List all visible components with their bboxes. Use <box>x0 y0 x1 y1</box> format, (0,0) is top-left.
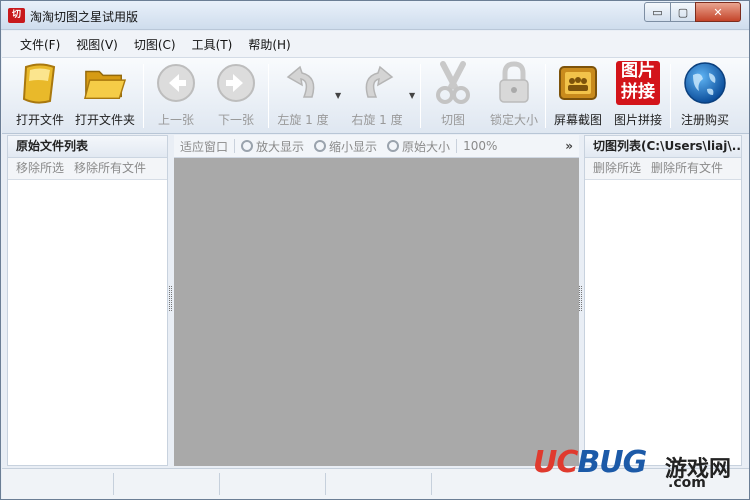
zoom-in-icon <box>241 140 254 152</box>
watermark-latin: UCBUG <box>533 445 647 480</box>
arrow-left-icon <box>154 61 198 105</box>
next-button[interactable]: 下一张 <box>208 61 264 131</box>
arrow-right-icon <box>214 61 258 105</box>
original-size-icon <box>387 140 400 152</box>
rotate-right-label: 右旋 1 度 <box>351 113 403 127</box>
fit-window-button[interactable]: 适应窗口 <box>180 138 228 155</box>
minimize-icon: ▭ <box>652 5 663 19</box>
main-toolbar: 打开文件 打开文件夹 上一张 下一张 左旋 1 度 ▼ 右旋 1 度 ▼ 切图 … <box>2 58 749 134</box>
scissors-icon <box>431 61 475 105</box>
original-size-button[interactable]: 原始大小 <box>402 138 450 155</box>
status-cell <box>220 473 326 495</box>
rotate-left-label: 左旋 1 度 <box>277 113 329 127</box>
folder-icon <box>83 61 127 105</box>
view-toolbar-separator <box>456 139 458 153</box>
open-file-label: 打开文件 <box>15 113 64 127</box>
rotate-left-icon <box>281 61 325 105</box>
lock-size-label: 锁定大小 <box>489 113 538 127</box>
window-title: 淘淘切图之星试用版 <box>30 10 139 24</box>
source-file-list[interactable] <box>8 180 167 465</box>
remove-all-button[interactable]: 移除所有文件 <box>74 161 146 175</box>
toolbar-separator <box>545 64 546 128</box>
maximize-button[interactable]: ▢ <box>670 2 696 22</box>
file-icon <box>18 61 62 105</box>
zoom-in-button[interactable]: 放大显示 <box>256 138 304 155</box>
toolbar-separator <box>268 64 269 128</box>
watermark-com: .com <box>668 475 706 491</box>
menu-tools[interactable]: 工具(T) <box>184 36 241 53</box>
delete-all-button[interactable]: 删除所有文件 <box>651 161 723 175</box>
rotate-right-button[interactable]: 右旋 1 度 <box>345 61 409 131</box>
globe-icon <box>683 61 727 105</box>
menu-view[interactable]: 视图(V) <box>68 36 126 53</box>
next-label: 下一张 <box>217 113 254 127</box>
delete-selected-button[interactable]: 删除所选 <box>593 161 641 175</box>
minimize-button[interactable]: ▭ <box>644 2 671 22</box>
view-toolbar-separator <box>234 139 236 153</box>
toolbar-separator <box>670 64 671 128</box>
source-file-panel-title: 原始文件列表 <box>8 136 167 158</box>
maximize-icon: ▢ <box>677 5 689 19</box>
rotate-right-dropdown-icon[interactable]: ▼ <box>409 91 415 100</box>
watermark-logo: UCBUG 游戏网 .com <box>533 445 743 495</box>
remove-selected-button[interactable]: 移除所选 <box>16 161 64 175</box>
rotate-left-button[interactable]: 左旋 1 度 <box>272 61 334 131</box>
cut-list-panel-title: 切图列表(C:\Users\liaj\... <box>585 136 741 158</box>
prev-label: 上一张 <box>157 113 194 127</box>
toolbar-separator <box>420 64 421 128</box>
register-label: 注册购买 <box>680 113 729 127</box>
open-file-button[interactable]: 打开文件 <box>8 61 72 131</box>
close-button[interactable]: ✕ <box>695 2 741 22</box>
left-splitter-handle[interactable] <box>169 286 172 311</box>
source-file-panel: 原始文件列表 移除所选 移除所有文件 <box>7 135 168 466</box>
cut-list-panel: 切图列表(C:\Users\liaj\... 删除所选 删除所有文件 <box>584 135 742 466</box>
menu-file[interactable]: 文件(F) <box>12 36 68 53</box>
source-file-panel-actions: 移除所选 移除所有文件 <box>8 158 167 180</box>
stitch-icon-line2: 拼接 <box>621 82 655 102</box>
zoom-out-button[interactable]: 缩小显示 <box>329 138 377 155</box>
cut-label: 切图 <box>440 113 465 127</box>
open-folder-button[interactable]: 打开文件夹 <box>72 61 138 131</box>
screenshot-icon <box>556 61 600 105</box>
close-icon: ✕ <box>713 5 723 19</box>
app-window: 切 淘淘切图之星试用版 ▭ ▢ ✕ 文件(F) 视图(V) 切图(C) 工具(T… <box>0 0 750 500</box>
app-icon: 切 <box>8 8 25 23</box>
rotate-left-dropdown-icon[interactable]: ▼ <box>335 91 341 100</box>
toolbar-separator <box>143 64 144 128</box>
title-bar: 切 淘淘切图之星试用版 ▭ ▢ ✕ <box>1 1 749 30</box>
cut-list-panel-actions: 删除所选 删除所有文件 <box>585 158 741 180</box>
view-toolbar: 适应窗口 放大显示 缩小显示 原始大小 100% » <box>174 135 579 158</box>
lock-size-button[interactable]: 锁定大小 <box>484 61 544 131</box>
status-cell <box>326 473 432 495</box>
prev-button[interactable]: 上一张 <box>148 61 204 131</box>
stitch-button[interactable]: 图片 拼接 图片拼接 <box>608 61 668 131</box>
stitch-icon-line1: 图片 <box>621 61 655 81</box>
stitch-label: 图片拼接 <box>613 113 662 127</box>
zoom-level: 100% <box>463 139 498 153</box>
right-splitter-handle[interactable] <box>579 286 582 311</box>
stitch-icon: 图片 拼接 <box>616 61 660 105</box>
open-folder-label: 打开文件夹 <box>74 113 135 127</box>
lock-icon <box>492 61 536 105</box>
cut-button[interactable]: 切图 <box>425 61 481 131</box>
menu-help[interactable]: 帮助(H) <box>240 36 298 53</box>
rotate-right-icon <box>355 61 399 105</box>
image-canvas[interactable] <box>174 158 579 466</box>
image-view-panel: 适应窗口 放大显示 缩小显示 原始大小 100% » <box>174 135 579 466</box>
status-cell <box>114 473 220 495</box>
cut-file-list[interactable] <box>585 180 741 465</box>
register-button[interactable]: 注册购买 <box>675 61 735 131</box>
menu-cut[interactable]: 切图(C) <box>126 36 184 53</box>
screenshot-label: 屏幕截图 <box>553 113 602 127</box>
toolbar-overflow-button[interactable]: » <box>565 139 573 153</box>
zoom-out-icon <box>314 140 327 152</box>
menu-bar: 文件(F) 视图(V) 切图(C) 工具(T) 帮助(H) <box>2 31 749 58</box>
screenshot-button[interactable]: 屏幕截图 <box>549 61 607 131</box>
status-cell <box>2 473 114 495</box>
